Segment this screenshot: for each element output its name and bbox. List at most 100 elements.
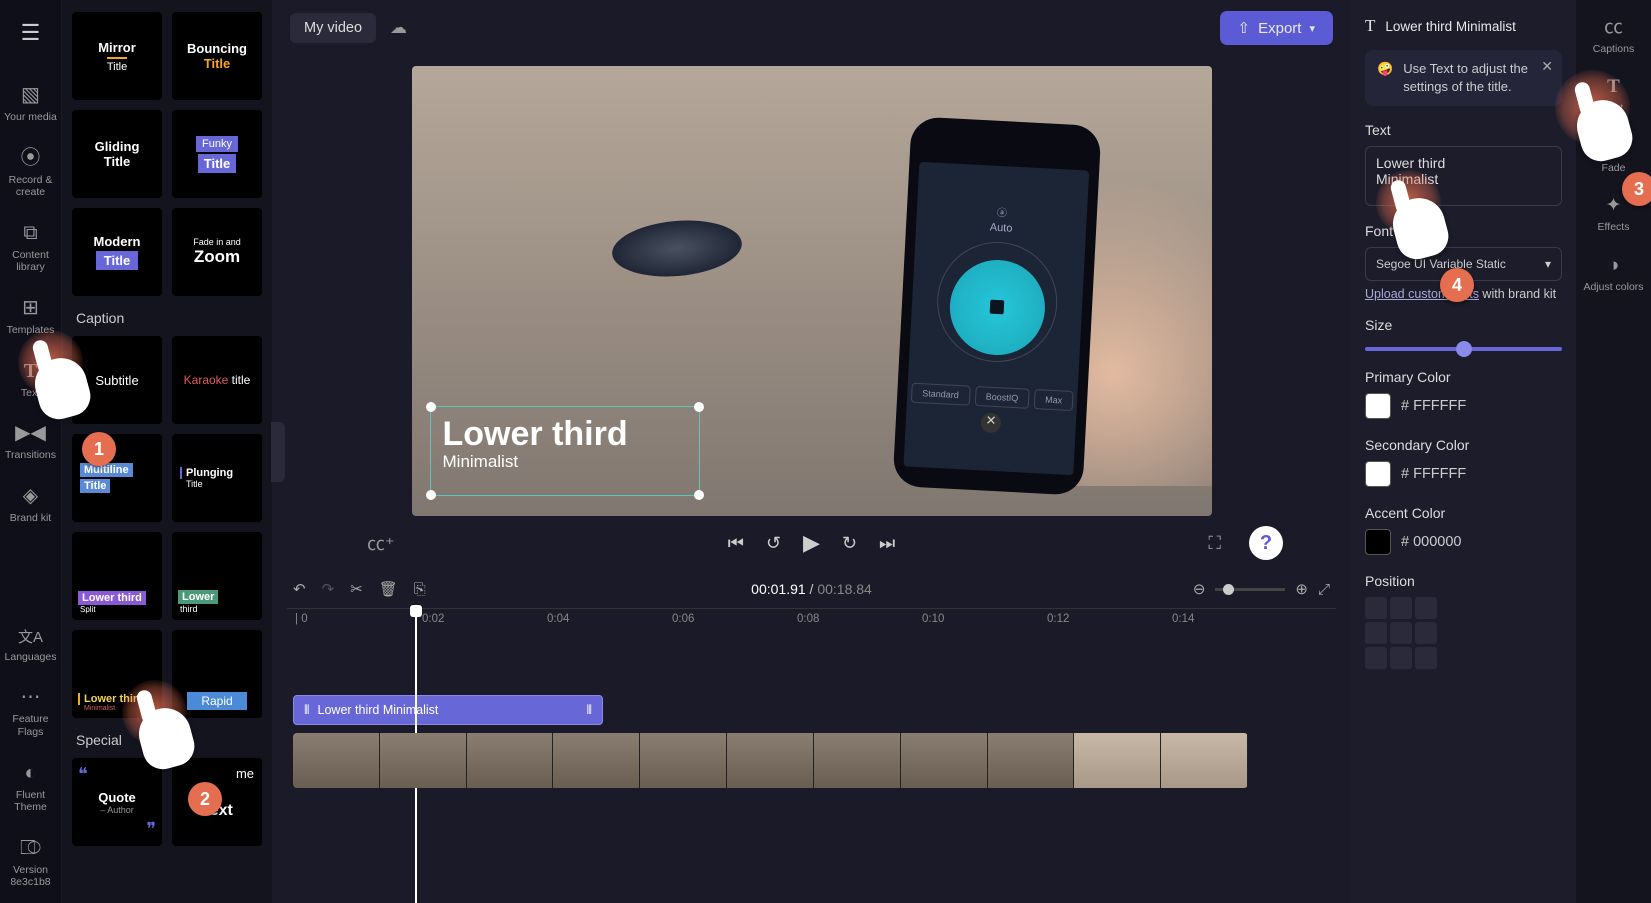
media-icon: ▧ xyxy=(21,83,40,107)
flags-icon: ⋯ xyxy=(21,685,41,709)
time-display: 00:01.91 / 00:18.84 xyxy=(751,581,872,597)
rewind-icon[interactable]: ↺ xyxy=(766,533,781,554)
tpl-lower-third-split[interactable]: Lower thirdSplit xyxy=(72,532,162,620)
accent-color-swatch[interactable] xyxy=(1365,529,1391,555)
nav-captions[interactable]: ㏄Captions xyxy=(1593,18,1634,55)
zoom-fit-icon[interactable]: ⤢ xyxy=(1318,581,1330,598)
nav-text[interactable]: TText xyxy=(21,359,40,400)
properties-heading: Lower third Minimalist xyxy=(1385,19,1516,34)
primary-color-label: Primary Color xyxy=(1365,369,1562,385)
transitions-icon: ▶◀ xyxy=(15,421,46,445)
text-icon: T xyxy=(1607,77,1620,98)
play-icon[interactable]: ▶ xyxy=(803,530,820,556)
primary-color-value: # FFFFFF xyxy=(1401,398,1466,414)
text-icon: T xyxy=(1365,16,1375,36)
nav-brand-kit[interactable]: ◈Brand kit xyxy=(10,484,51,525)
size-slider[interactable] xyxy=(1365,347,1562,351)
help-button[interactable]: ? xyxy=(1249,526,1283,560)
skip-end-icon[interactable]: ⏭ xyxy=(879,533,895,554)
clip-grip-icon: ⦀ xyxy=(586,703,592,718)
captions-icon: ㏄ xyxy=(1604,18,1623,39)
lower-third-title: Lower third xyxy=(443,415,687,454)
delete-icon[interactable]: 🗑 xyxy=(379,580,398,598)
tpl-fade-zoom[interactable]: Fade in andZoom xyxy=(172,208,262,296)
tpl-quote[interactable]: ❝Quote– Author❞ xyxy=(72,758,162,846)
nav-fade[interactable]: ◐Fade xyxy=(1602,137,1626,174)
video-preview[interactable]: ⓐ Auto Standard BoostIQ Max ✕ xyxy=(412,66,1212,516)
fade-icon: ◐ xyxy=(1608,137,1619,158)
font-label: Font xyxy=(1365,223,1562,239)
secondary-color-swatch[interactable] xyxy=(1365,461,1391,487)
section-caption: Caption xyxy=(76,310,262,326)
tpl-plunging[interactable]: PlungingTitle xyxy=(172,434,262,522)
project-name[interactable]: My video xyxy=(290,13,376,43)
tutorial-badge-4: 4 xyxy=(1440,268,1474,302)
topbar: My video ☁ ⇧ Export ▾ xyxy=(272,0,1351,56)
tpl-lower-third-minimalist[interactable]: Lower thirdMinimalist xyxy=(72,630,162,718)
tpl-modern-title[interactable]: ModernTitle xyxy=(72,208,162,296)
nav-adjust-colors[interactable]: ◑Adjust colors xyxy=(1583,256,1643,293)
nav-templates[interactable]: ⊞Templates xyxy=(7,296,55,337)
lower-third-overlay[interactable]: Lower third Minimalist xyxy=(430,406,700,496)
effects-icon: ✦ xyxy=(1606,196,1622,217)
nav-text-right[interactable]: TText xyxy=(1604,77,1623,114)
export-button[interactable]: ⇧ Export ▾ xyxy=(1220,11,1333,45)
secondary-color-value: # FFFFFF xyxy=(1401,466,1466,482)
tpl-gliding-title[interactable]: GlidingTitle xyxy=(72,110,162,198)
version-icon: ⎄ xyxy=(20,836,41,860)
nav-record-create[interactable]: ⦿Record & create xyxy=(0,146,61,199)
tpl-karaoke[interactable]: Karaoke title xyxy=(172,336,262,424)
position-grid[interactable] xyxy=(1365,597,1562,669)
nav-feature-flags[interactable]: ⋯Feature Flags xyxy=(0,685,61,738)
undo-icon[interactable]: ↶ xyxy=(293,580,306,598)
timeline-text-clip[interactable]: ⦀ Lower third Minimalist ⦀ xyxy=(293,695,603,725)
menu-icon[interactable]: ☰ xyxy=(21,20,41,46)
accent-color-value: # 000000 xyxy=(1401,534,1461,550)
nav-effects[interactable]: ✦Effects xyxy=(1598,196,1630,233)
zoom-in-icon[interactable]: ⊕ xyxy=(1295,580,1308,598)
nav-your-media[interactable]: ▧Your media xyxy=(4,83,57,124)
hint-card: 🤪 Use Text to adjust the settings of the… xyxy=(1365,50,1562,106)
skip-start-icon[interactable]: ⏮ xyxy=(728,533,744,554)
emoji-icon: 🤪 xyxy=(1377,60,1393,96)
tpl-mirror-title[interactable]: MirrorTitle xyxy=(72,12,162,100)
text-input[interactable]: Lower third Minimalist xyxy=(1365,146,1562,206)
brandkit-icon: ◈ xyxy=(23,484,38,508)
duplicate-icon[interactable]: ⎘ xyxy=(414,581,426,598)
scene-vacuum xyxy=(609,215,743,281)
timeline: ↶ ↷ ✂ 🗑 ⎘ 00:01.91 / 00:18.84 ⊖ ⊕ ⤢ | 0 … xyxy=(272,570,1351,903)
sync-icon[interactable]: ☁ xyxy=(390,18,407,38)
secondary-color-label: Secondary Color xyxy=(1365,437,1562,453)
primary-color-swatch[interactable] xyxy=(1365,393,1391,419)
nav-version[interactable]: ⎄Version 8e3c1b8 xyxy=(0,836,61,889)
nav-fluent-theme[interactable]: ◐Fluent Theme xyxy=(0,761,61,814)
timeline-ruler[interactable]: | 0 0:02 0:04 0:06 0:08 0:10 0:12 0:14 xyxy=(287,608,1336,634)
fullscreen-icon[interactable]: ⛶ xyxy=(1208,533,1221,554)
close-icon[interactable]: ✕ xyxy=(1541,57,1553,77)
zoom-slider[interactable] xyxy=(1215,588,1285,591)
clip-grip-icon: ⦀ xyxy=(304,703,310,718)
captions-toggle[interactable]: ㏄⁺ xyxy=(367,530,395,556)
tpl-rapid[interactable]: Rapid xyxy=(172,630,262,718)
forward-icon[interactable]: ↻ xyxy=(842,533,857,554)
languages-icon: 文A xyxy=(18,629,43,647)
tpl-funky-title[interactable]: FunkyTitle xyxy=(172,110,262,198)
split-icon[interactable]: ✂ xyxy=(350,580,363,598)
adjust-icon: ◑ xyxy=(1608,256,1619,277)
timeline-video-clip[interactable] xyxy=(293,733,1248,788)
playback-controls: ㏄⁺ ⏮ ↺ ▶ ↻ ⏭ ⛶ ? xyxy=(272,516,1351,570)
text-icon: T xyxy=(24,359,37,383)
tpl-lower-third-green[interactable]: Lowerthird xyxy=(172,532,262,620)
nav-languages[interactable]: 文ALanguages xyxy=(5,629,57,664)
redo-icon[interactable]: ↷ xyxy=(322,580,335,598)
tutorial-badge-1: 1 xyxy=(82,432,116,466)
tpl-subtitle[interactable]: Subtitle xyxy=(72,336,162,424)
tpl-bouncing-title[interactable]: BouncingTitle xyxy=(172,12,262,100)
nav-transitions[interactable]: ▶◀Transitions xyxy=(5,421,56,462)
theme-icon: ◐ xyxy=(24,761,36,785)
templates-icon: ⊞ xyxy=(22,296,39,320)
scene-auto-button xyxy=(947,257,1047,357)
accent-color-label: Accent Color xyxy=(1365,505,1562,521)
zoom-out-icon[interactable]: ⊖ xyxy=(1193,580,1206,598)
nav-content-library[interactable]: ⧉Content library xyxy=(0,221,61,274)
